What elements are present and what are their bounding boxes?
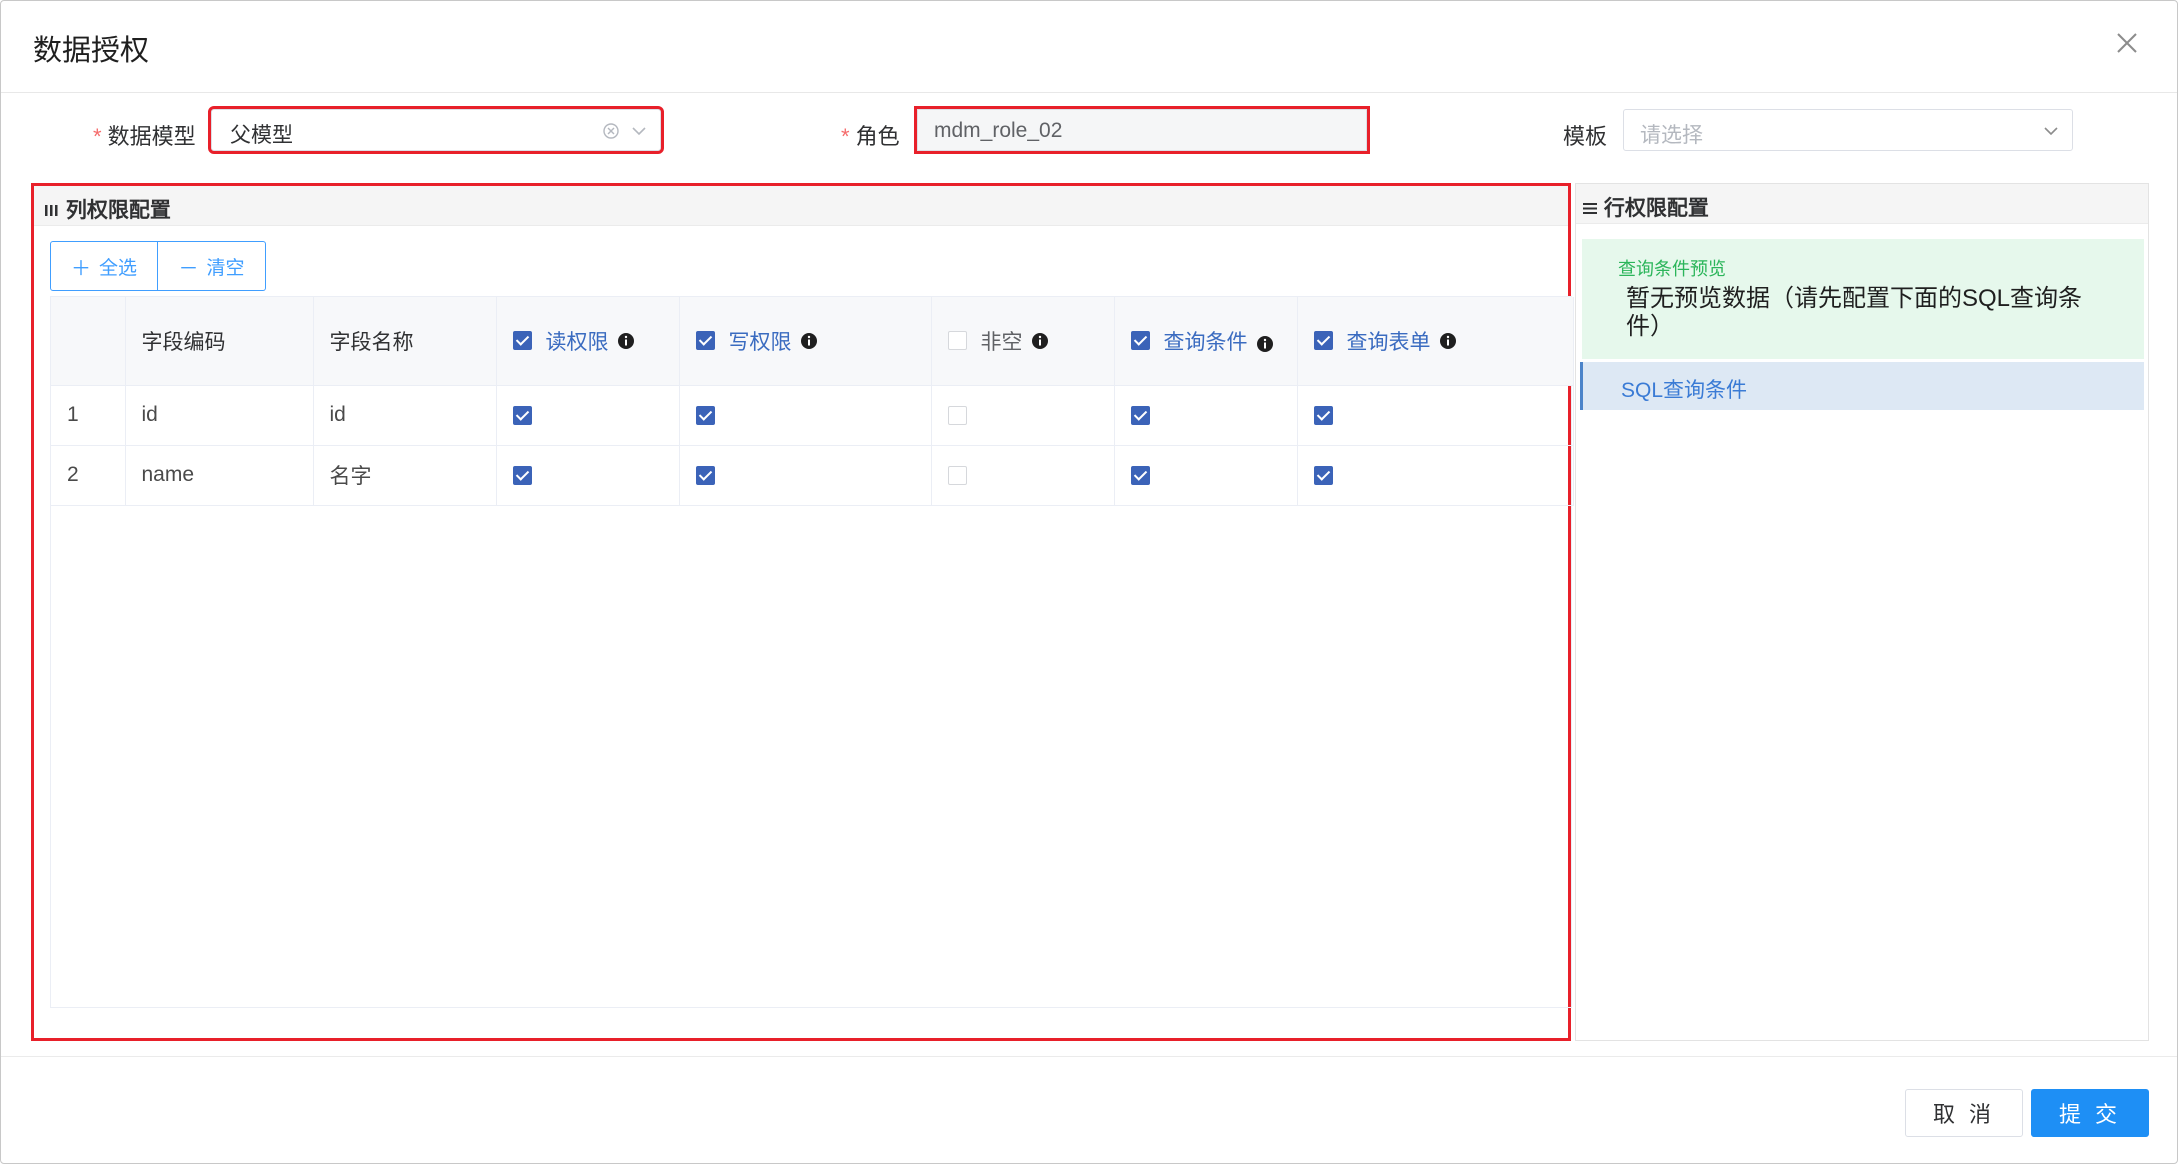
- write-cell: [679, 385, 932, 446]
- write-header: 写权限: [679, 297, 932, 386]
- index-header: [51, 297, 126, 386]
- info-icon[interactable]: [800, 332, 818, 350]
- row-panel-title-text: 行权限配置: [1603, 197, 1709, 220]
- close-button[interactable]: [2111, 27, 2143, 59]
- info-icon[interactable]: [1031, 332, 1049, 350]
- required-mark: *: [93, 124, 102, 149]
- preview-label: 查询条件预览: [1618, 259, 1726, 279]
- sql-condition-tab-label: SQL查询条件: [1621, 379, 1748, 402]
- query-condition-header: 查询条件: [1114, 297, 1298, 386]
- clear-icon[interactable]: [602, 122, 620, 140]
- not-null-cell: [931, 385, 1115, 446]
- column-actions: ＋ 全选 － 清空: [50, 241, 266, 291]
- read-cell: [496, 385, 680, 446]
- read-cell: [496, 445, 680, 506]
- clear-label: 清空: [206, 257, 245, 279]
- role-label-text: 角色: [855, 124, 900, 149]
- model-label: * 数据模型: [93, 119, 196, 151]
- row-panel-title: 行权限配置: [1582, 192, 1709, 222]
- table-row: 1 id id: [51, 385, 1574, 446]
- not-null-all-checkbox[interactable]: [947, 331, 967, 351]
- info-icon[interactable]: [617, 332, 635, 350]
- select-all-label: 全选: [98, 257, 137, 279]
- dialog-title: 数据授权: [33, 35, 150, 67]
- field-name-header: 字段名称: [313, 297, 497, 386]
- field-name-cell: id: [313, 385, 497, 446]
- preview-text: 暂无预览数据（请先配置下面的SQL查询条件）: [1626, 285, 2083, 340]
- row-permission-panel: 行权限配置 查询条件预览 暂无预览数据（请先配置下面的SQL查询条件） SQL查…: [1575, 183, 2149, 1041]
- column-panel-title-text: 列权限配置: [65, 199, 171, 222]
- template-label: 模板: [1563, 124, 1608, 149]
- query-preview-box: 查询条件预览 暂无预览数据（请先配置下面的SQL查询条件）: [1582, 239, 2144, 359]
- not-null-header: 非空: [931, 297, 1115, 386]
- column-permission-table: 字段编码 字段名称 读权限 写权限 非空 查询条件 查询表单 1 id id 2…: [50, 296, 1574, 1008]
- model-select-value: 父模型: [230, 124, 293, 147]
- field-name-cell: 名字: [313, 445, 497, 506]
- close-icon: [2117, 33, 2137, 53]
- field-code-cell: name: [125, 445, 314, 506]
- data-authorization-dialog: 数据授权 *数据模型 父模型 *角色 mdm_role_02 模板 请选择: [0, 0, 2178, 1164]
- submit-button[interactable]: 提 交: [2031, 1089, 2149, 1137]
- query-condition-all-checkbox[interactable]: [1130, 331, 1150, 351]
- read-header: 读权限: [496, 297, 680, 386]
- query-condition-header-label[interactable]: 查询条件: [1164, 326, 1248, 356]
- plus-icon: ＋: [70, 257, 91, 280]
- not-null-header-label[interactable]: 非空: [981, 326, 1023, 356]
- not-null-checkbox[interactable]: [947, 405, 967, 425]
- query-form-header-label[interactable]: 查询表单: [1347, 326, 1431, 356]
- write-checkbox[interactable]: [695, 405, 715, 425]
- read-header-label[interactable]: 读权限: [546, 326, 609, 356]
- write-header-label[interactable]: 写权限: [729, 326, 792, 356]
- table-row: 2 name 名字: [51, 445, 1574, 506]
- column-permission-panel: 列权限配置 ＋ 全选 － 清空 字段编码 字段名称 读权限 写权限 非空 查询条件 …: [31, 183, 1574, 1041]
- minus-icon: －: [178, 257, 199, 280]
- clear-button[interactable]: － 清空: [158, 241, 266, 291]
- not-null-checkbox[interactable]: [947, 465, 967, 485]
- row-index: 1: [51, 385, 126, 446]
- query-form-header: 查询表单: [1297, 297, 1574, 386]
- column-panel-title: 列权限配置: [44, 194, 171, 224]
- query-form-cell: [1297, 445, 1574, 506]
- query-form-checkbox[interactable]: [1313, 405, 1333, 425]
- table-header-row: 字段编码 字段名称 读权限 写权限 非空 查询条件 查询表单: [51, 297, 1574, 386]
- query-form-checkbox[interactable]: [1313, 465, 1333, 485]
- query-condition-checkbox[interactable]: [1130, 465, 1150, 485]
- field-code-header: 字段编码: [125, 297, 314, 386]
- role-input: mdm_role_02: [914, 106, 1370, 154]
- model-select[interactable]: 父模型: [208, 106, 664, 154]
- template-placeholder: 请选择: [1640, 124, 1703, 147]
- write-cell: [679, 445, 932, 506]
- columns-icon: [45, 205, 58, 216]
- query-condition-checkbox[interactable]: [1130, 405, 1150, 425]
- field-code-cell: id: [125, 385, 314, 446]
- role-input-value: mdm_role_02: [934, 119, 1063, 142]
- sql-condition-tab[interactable]: SQL查询条件: [1580, 362, 2144, 410]
- select-all-button[interactable]: ＋ 全选: [50, 241, 158, 291]
- read-all-checkbox[interactable]: [512, 331, 532, 351]
- write-all-checkbox[interactable]: [695, 331, 715, 351]
- not-null-cell: [931, 445, 1115, 506]
- info-icon[interactable]: [1439, 332, 1457, 350]
- read-checkbox[interactable]: [512, 465, 532, 485]
- dialog-header: 数据授权: [1, 1, 2177, 93]
- chevron-down-icon: [632, 127, 646, 136]
- query-condition-cell: [1114, 445, 1298, 506]
- read-checkbox[interactable]: [512, 405, 532, 425]
- row-index: 2: [51, 445, 126, 506]
- list-icon: [1583, 203, 1597, 214]
- template-select[interactable]: 请选择: [1623, 109, 2073, 151]
- write-checkbox[interactable]: [695, 465, 715, 485]
- model-label-text: 数据模型: [107, 124, 196, 149]
- footer-divider: [1, 1056, 2177, 1057]
- query-form-cell: [1297, 385, 1574, 446]
- required-mark: *: [841, 124, 850, 149]
- chevron-down-icon: [2044, 127, 2058, 136]
- role-label: * 角色: [841, 119, 900, 151]
- query-condition-cell: [1114, 385, 1298, 446]
- column-panel-header: 列权限配置: [34, 186, 1568, 226]
- row-panel-header: 行权限配置: [1576, 184, 2148, 224]
- query-form-all-checkbox[interactable]: [1313, 331, 1333, 351]
- cancel-button[interactable]: 取 消: [1905, 1089, 2023, 1137]
- info-icon[interactable]: [1256, 335, 1274, 353]
